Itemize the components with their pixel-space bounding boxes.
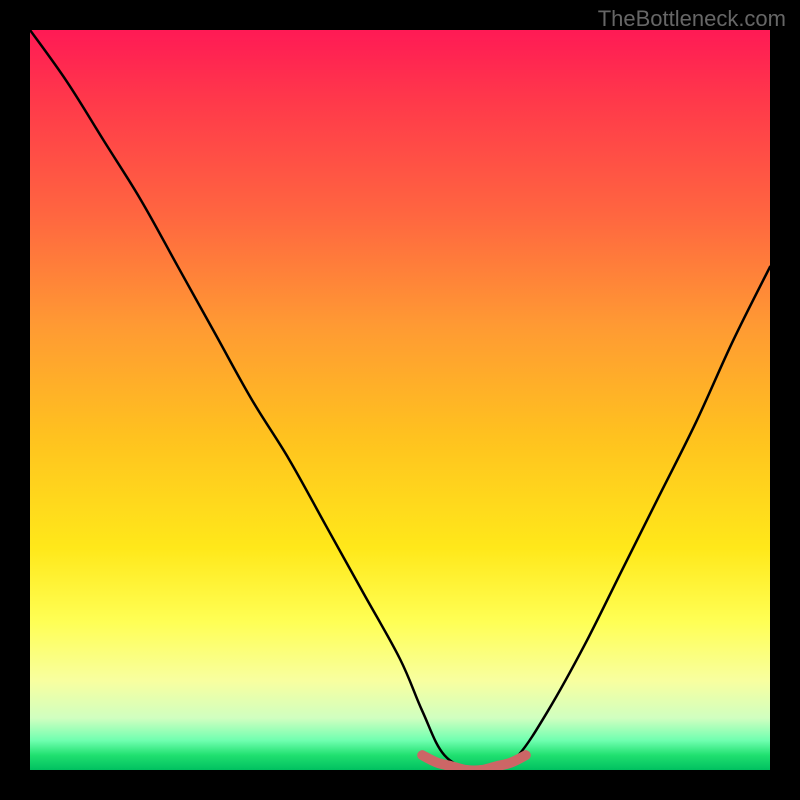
chart-svg	[30, 30, 770, 770]
bottleneck-curve	[30, 30, 770, 770]
valley-marker	[422, 755, 526, 770]
chart-plot-area	[30, 30, 770, 770]
watermark-text: TheBottleneck.com	[598, 6, 786, 32]
